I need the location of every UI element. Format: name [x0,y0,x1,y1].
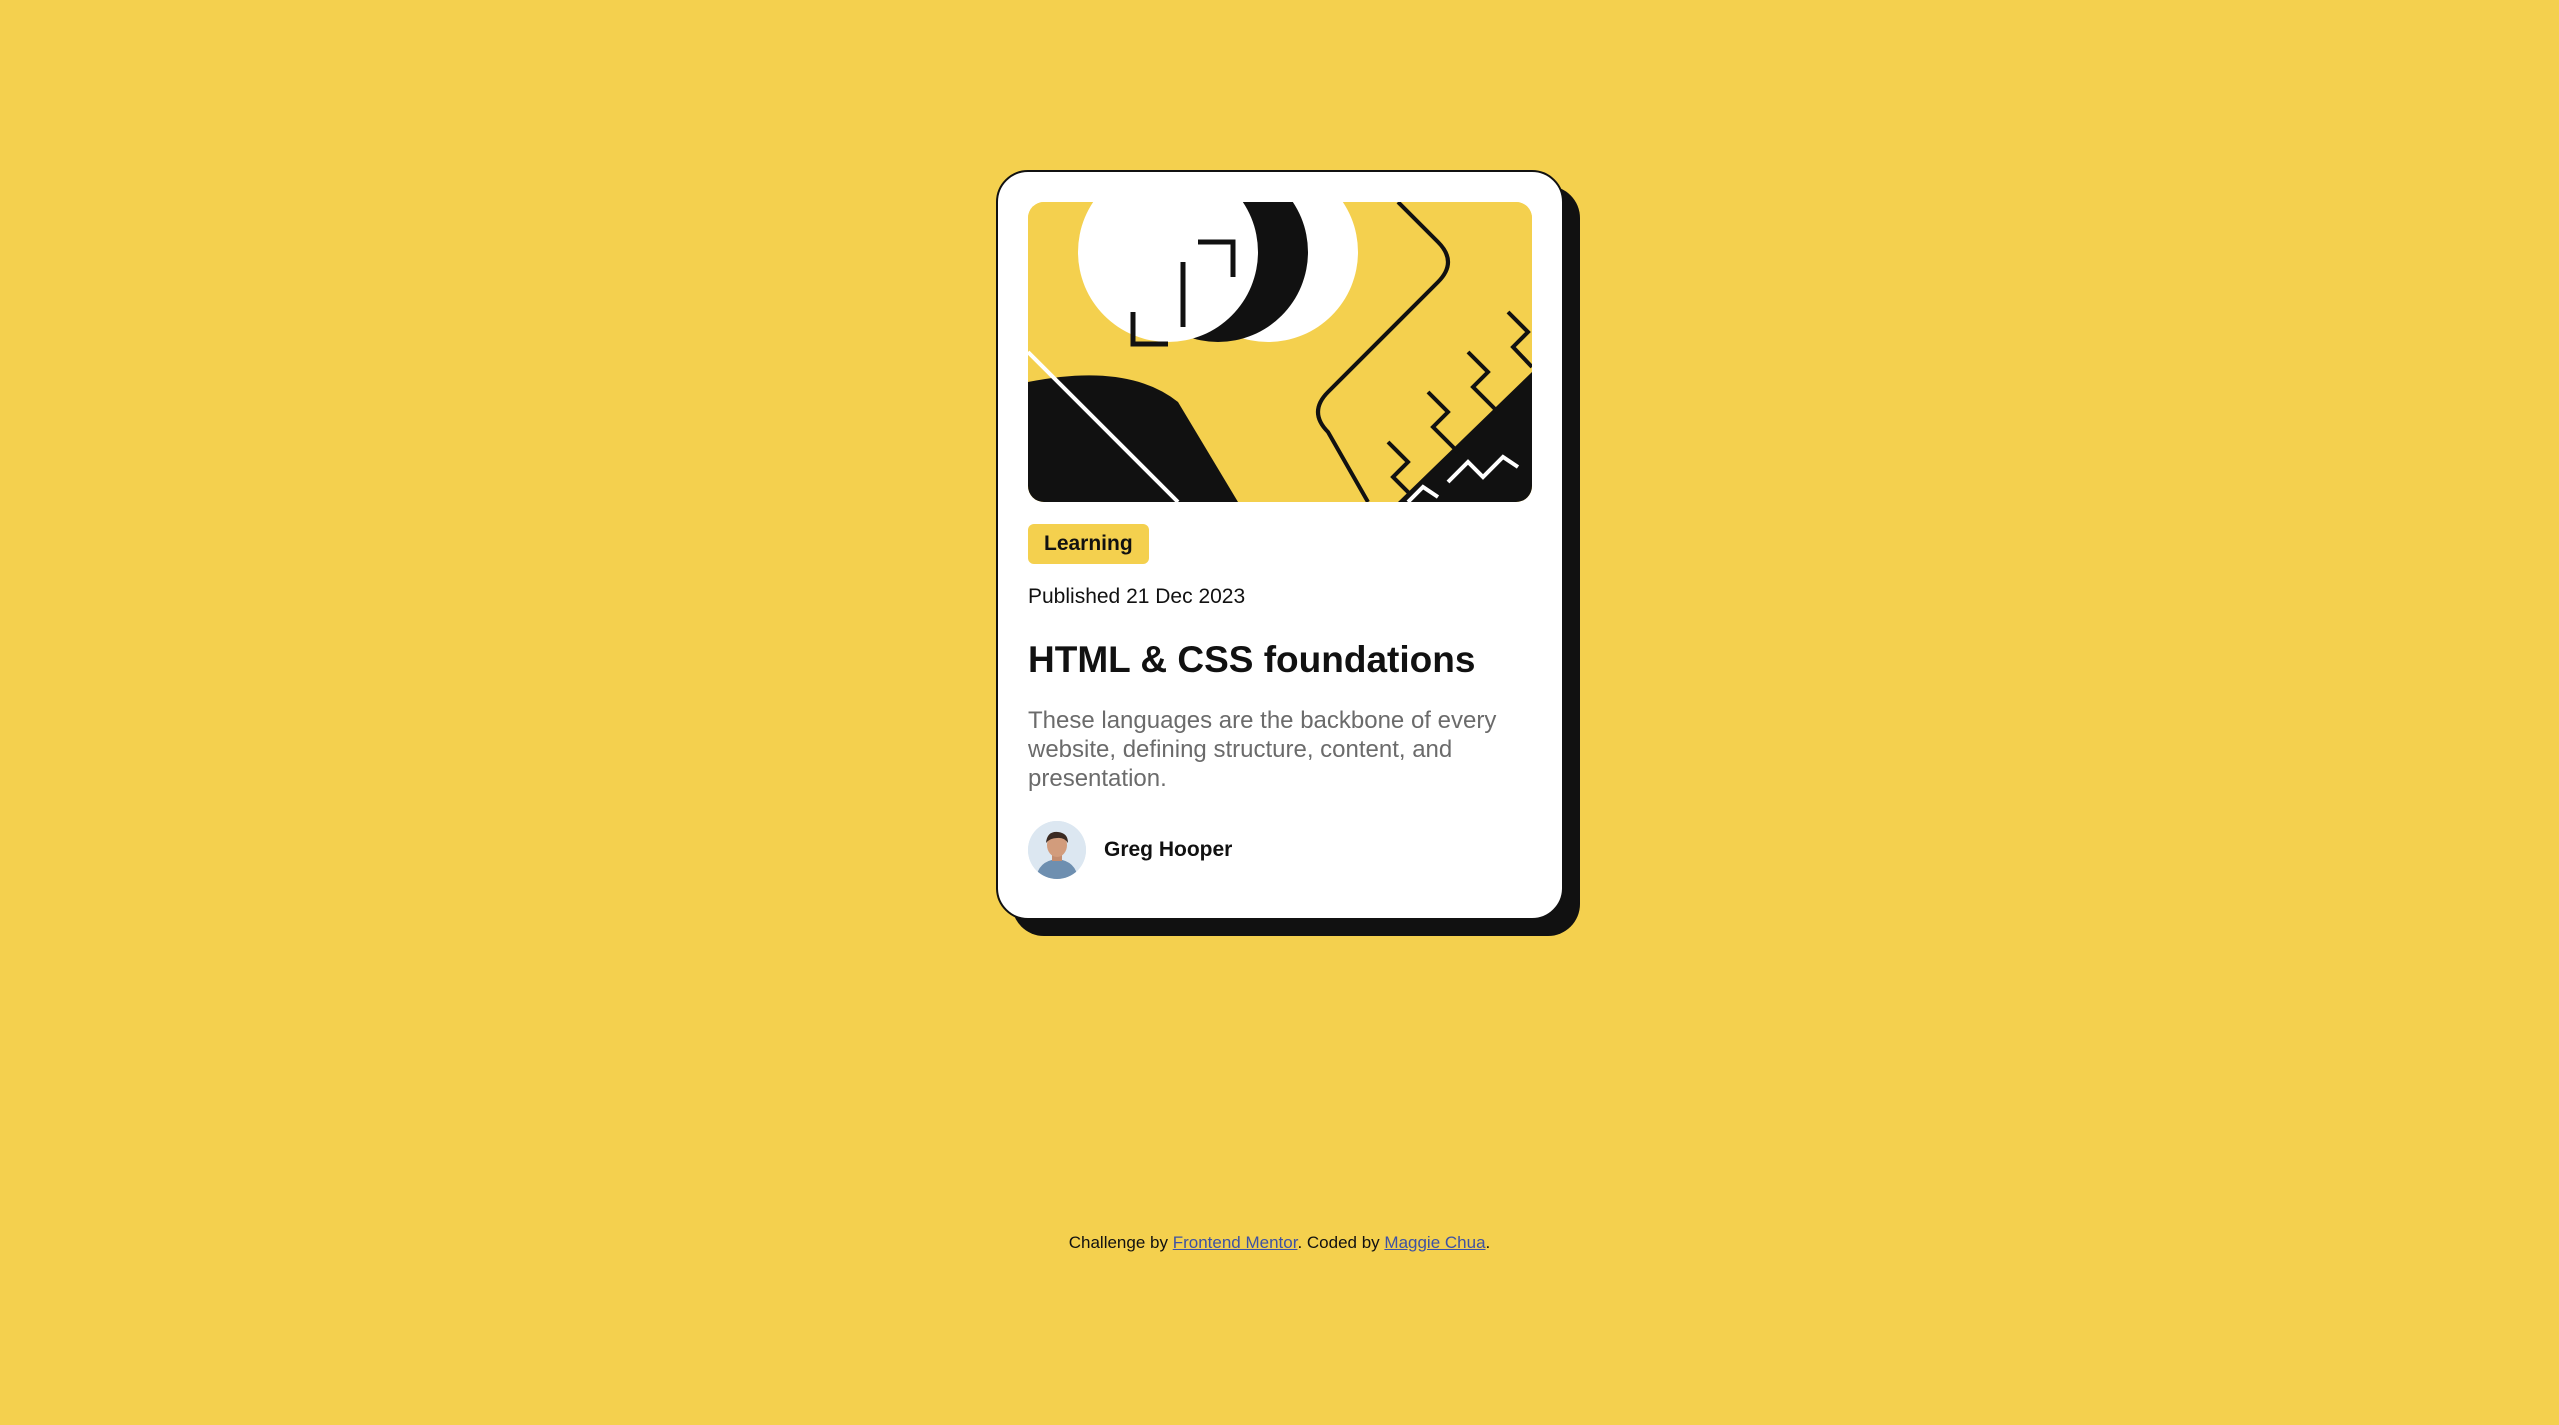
attribution: Challenge by Frontend Mentor. Coded by M… [0,1233,2559,1253]
author: Greg Hooper [1028,821,1532,879]
attribution-suffix: . [1485,1233,1491,1252]
illustration-image [1028,202,1532,502]
attribution-prefix: Challenge by [1068,1233,1173,1252]
author-link[interactable]: Maggie Chua [1384,1233,1485,1252]
category-tag: Learning [1028,524,1149,564]
card-title[interactable]: HTML & CSS foundations [1028,638,1532,682]
author-name: Greg Hooper [1104,838,1233,861]
published-date: Published 21 Dec 2023 [1028,585,1246,608]
attribution-middle: . Coded by [1297,1233,1385,1252]
frontend-mentor-link[interactable]: Frontend Mentor [1173,1233,1298,1252]
user-avatar-icon [1028,821,1086,879]
card-description: These languages are the backbone of ever… [1028,707,1497,792]
blog-card: Learning Published 21 Dec 2023 HTML & CS… [996,170,1564,920]
abstract-illustration-icon [1028,202,1532,502]
